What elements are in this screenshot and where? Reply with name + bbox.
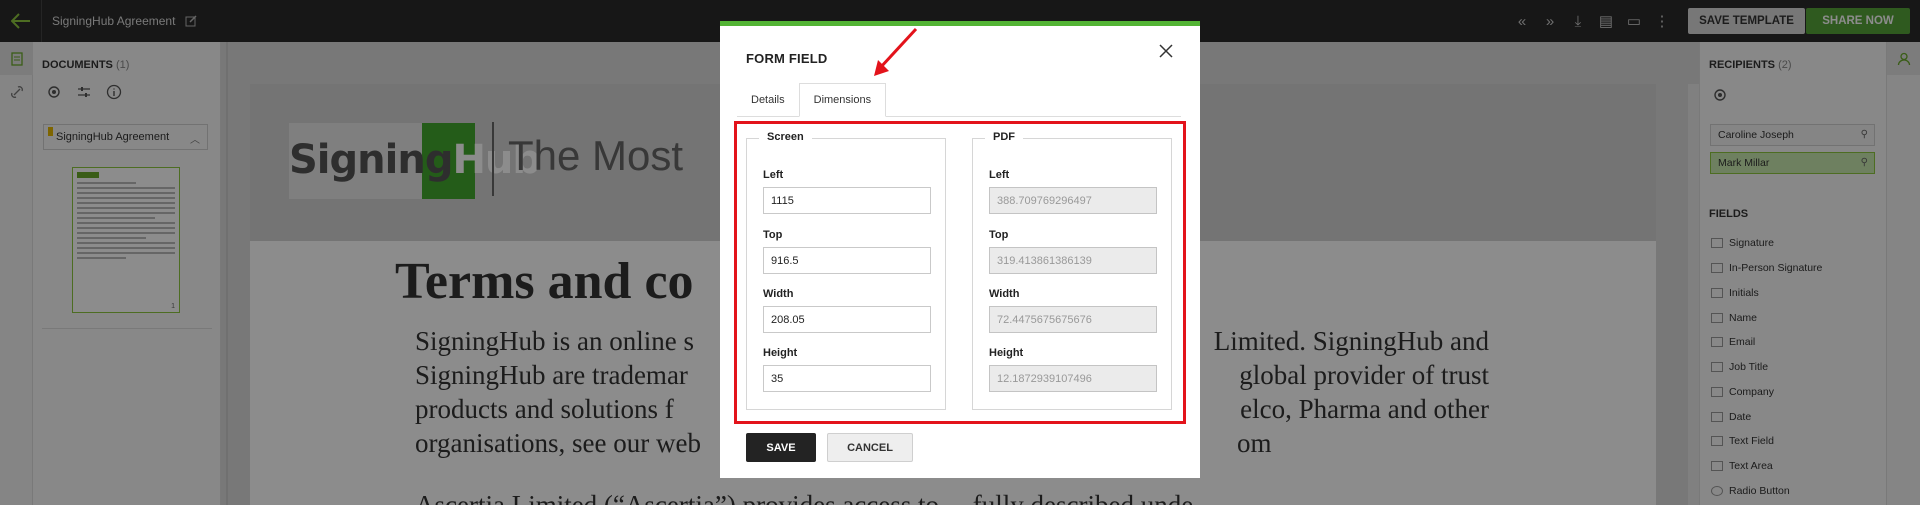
pdf-legend: PDF [985,131,1023,143]
save-button[interactable]: SAVE [746,433,816,462]
screen-legend: Screen [759,131,812,143]
screen-top-input[interactable] [763,247,931,274]
pdf-width-input [989,306,1157,333]
form-field-dialog: FORM FIELD Details Dimensions Screen Lef… [720,21,1200,478]
pdf-top-label: Top [989,229,1009,241]
screen-width-input[interactable] [763,306,931,333]
dialog-title: FORM FIELD [746,51,828,66]
tab-details[interactable]: Details [737,83,799,117]
pdf-fieldset: PDF Left Top Width Height [972,131,1172,410]
screen-top-label: Top [763,229,783,241]
screen-height-label: Height [763,347,798,359]
pdf-top-input [989,247,1157,274]
close-icon[interactable] [1155,40,1177,62]
screen-left-label: Left [763,169,784,181]
dialog-tabs: Details Dimensions [737,83,887,117]
pdf-height-input [989,365,1157,392]
pdf-height-label: Height [989,347,1024,359]
screen-fieldset: Screen Left Top Width Height [746,131,946,410]
cancel-button[interactable]: CANCEL [827,433,913,462]
screen-height-input[interactable] [763,365,931,392]
screen-width-label: Width [763,288,794,300]
pdf-width-label: Width [989,288,1020,300]
annotation-arrow-icon [874,27,918,76]
tab-dimensions[interactable]: Dimensions [798,83,887,117]
screen-left-input[interactable] [763,187,931,214]
pdf-left-input [989,187,1157,214]
pdf-left-label: Left [989,169,1010,181]
